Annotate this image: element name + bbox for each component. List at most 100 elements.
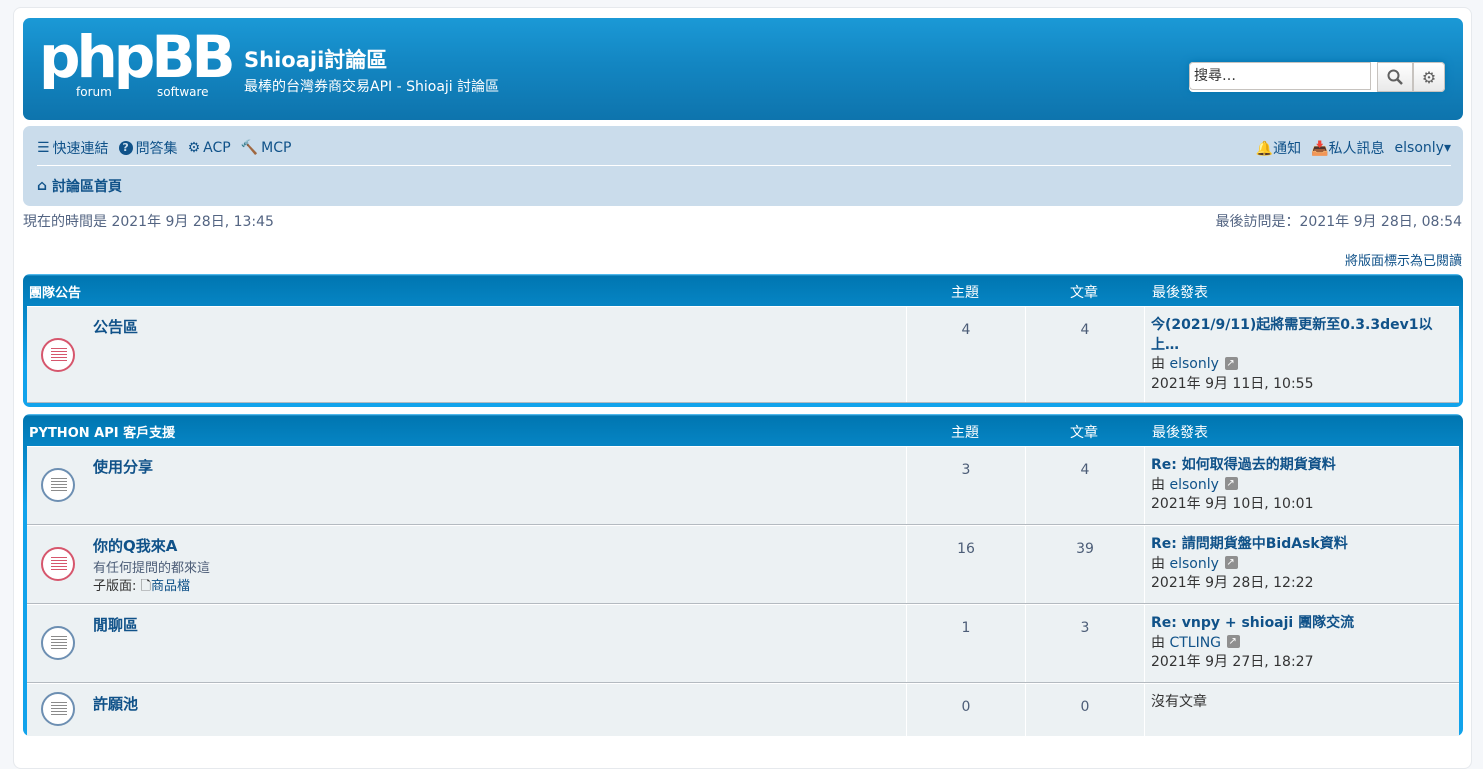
col-last-post: 最後發表	[1152, 285, 1208, 301]
col-topics: 主題	[951, 425, 979, 441]
acp-link[interactable]: ⚙ ACP	[188, 140, 231, 156]
forum-read-icon	[41, 468, 75, 502]
gavel-icon: 🔨	[240, 140, 259, 156]
question-icon: ?	[118, 141, 133, 155]
mark-forums-read-link[interactable]: 將版面標示為已閱讀	[1345, 250, 1462, 269]
forum-description: 有任何提問的都來這	[93, 561, 211, 576]
forum-name[interactable]: 公告區	[93, 316, 138, 337]
topics-count: 16	[906, 526, 1025, 603]
file-icon: 🗋	[140, 579, 151, 594]
by-label: 由	[1151, 476, 1165, 493]
no-posts-label: 沒有文章	[1151, 694, 1207, 710]
acp-label: ACP	[203, 140, 231, 156]
notifications-label: 通知	[1273, 141, 1302, 157]
forum-unread-subforum-icon	[41, 547, 75, 581]
cogs-icon: ⚙	[187, 140, 201, 156]
current-time: 現在的時間是 2021年 9月 28日, 13:45	[23, 214, 274, 230]
last-post: Re: vnpy + shioaji 團隊交流 由 CTLING 2021年 9…	[1144, 605, 1354, 682]
navbar: ☰ 快速連結 ? 問答集 ⚙ ACP 🔨 MCP 🔔通知 📥私人訊息 elsonly▾ …	[23, 126, 1463, 206]
last-post-author[interactable]: elsonly	[1169, 356, 1218, 372]
last-post-time: 2021年 9月 28日, 12:22	[1151, 575, 1314, 591]
last-post-time: 2021年 9月 27日, 18:27	[1151, 654, 1314, 670]
goto-post-icon[interactable]	[1225, 474, 1239, 494]
posts-count: 0	[1025, 684, 1144, 736]
topics-count: 3	[906, 447, 1025, 524]
forum-name[interactable]: 使用分享	[93, 456, 153, 477]
last-post-title[interactable]: Re: 如何取得過去的期貨資料	[1151, 456, 1336, 476]
search-input[interactable]	[1189, 62, 1371, 90]
forum-row: 使用分享 3 4 Re: 如何取得過去的期貨資料 由 elsonly 2021年…	[27, 446, 1459, 525]
topics-count: 1	[906, 605, 1025, 682]
col-topics: 主題	[951, 285, 979, 301]
forum-name[interactable]: 許願池	[93, 693, 138, 714]
search-button[interactable]	[1377, 62, 1413, 92]
faq-label: 問答集	[135, 141, 178, 157]
category-header: 團隊公告 主題 文章 最後發表	[27, 278, 1459, 306]
last-post: Re: 如何取得過去的期貨資料 由 elsonly 2021年 9月 10日, …	[1144, 447, 1336, 524]
last-post-author[interactable]: elsonly	[1169, 556, 1218, 572]
nav-divider	[37, 165, 1451, 166]
pm-label: 私人訊息	[1328, 141, 1385, 157]
forum-row: 公告區 4 4 今(2021/9/11)起將需更新至0.3.3dev1以上… 由…	[27, 306, 1459, 403]
phpbb-logo[interactable]: phpBB forum software	[39, 23, 236, 102]
posts-count: 3	[1025, 605, 1144, 682]
logo-sub-left: forum	[76, 85, 112, 99]
last-post-author[interactable]: elsonly	[1169, 477, 1218, 493]
last-post-title[interactable]: 今(2021/9/11)起將需更新至0.3.3dev1以上…	[1151, 316, 1451, 355]
breadcrumb[interactable]: ⌂ 討論區首頁	[37, 176, 122, 196]
by-label: 由	[1151, 555, 1165, 572]
faq-link[interactable]: ? 問答集	[118, 138, 178, 158]
advanced-search-button[interactable]: ⚙	[1413, 62, 1445, 92]
quick-links-label: 快速連結	[52, 141, 109, 157]
forum-category: PYTHON API 客戶支援 主題 文章 最後發表 使用分享 3 4 Re: …	[23, 414, 1463, 736]
col-posts: 文章	[1070, 425, 1098, 441]
site-description: 最棒的台灣券商交易API - Shioaji 討論區	[244, 79, 500, 95]
site-title[interactable]: Shioaji討論區	[244, 44, 387, 74]
col-posts: 文章	[1070, 285, 1098, 301]
by-label: 由	[1151, 356, 1165, 372]
last-post-author[interactable]: CTLING	[1169, 635, 1221, 651]
subforum-list: 子版面: 🗋商品檔	[93, 575, 190, 599]
last-post-title[interactable]: Re: 請問期貨盤中BidAsk資料	[1151, 535, 1348, 555]
goto-post-icon[interactable]	[1225, 553, 1239, 573]
forum-name[interactable]: 你的Q我來A	[93, 535, 177, 556]
username: elsonly	[1394, 140, 1444, 156]
forum-read-icon	[41, 338, 75, 372]
header-bar: phpBB forum software Shioaji討論區 最棒的台灣券商交…	[23, 18, 1463, 120]
forum-category: 團隊公告 主題 文章 最後發表 公告區 4 4 今(2021/9/11)起將需更…	[23, 274, 1463, 407]
subforum-label: 子版面:	[93, 579, 137, 594]
goto-post-icon[interactable]	[1225, 354, 1239, 373]
forum-read-icon	[41, 626, 75, 660]
mcp-link[interactable]: 🔨 MCP	[241, 140, 292, 156]
user-menu[interactable]: elsonly▾	[1395, 140, 1451, 156]
topics-count: 4	[906, 307, 1025, 402]
bell-icon: 🔔	[1255, 141, 1274, 157]
category-title[interactable]: 團隊公告	[29, 282, 81, 301]
last-post-time: 2021年 9月 10日, 10:01	[1151, 496, 1314, 512]
last-post-title[interactable]: Re: vnpy + shioaji 團隊交流	[1151, 614, 1354, 634]
forum-row: 閒聊區 1 3 Re: vnpy + shioaji 團隊交流 由 CTLING…	[27, 604, 1459, 683]
search-box: ⚙	[1189, 62, 1445, 92]
forum-read-icon	[41, 692, 75, 726]
last-post: 沒有文章	[1144, 684, 1207, 736]
breadcrumb-home: 討論區首頁	[52, 179, 123, 195]
search-icon	[1387, 69, 1403, 85]
last-post-time: 2021年 9月 11日, 10:55	[1151, 375, 1314, 392]
home-icon: ⌂	[37, 178, 48, 194]
private-messages-link[interactable]: 📥私人訊息	[1311, 138, 1384, 158]
quick-links-menu[interactable]: ☰ 快速連結	[37, 138, 109, 158]
category-title[interactable]: PYTHON API 客戶支援	[29, 422, 175, 441]
by-label: 由	[1151, 634, 1165, 651]
menu-icon: ☰	[37, 140, 50, 156]
forum-name[interactable]: 閒聊區	[93, 614, 138, 635]
last-post: Re: 請問期貨盤中BidAsk資料 由 elsonly 2021年 9月 28…	[1144, 526, 1348, 603]
gear-icon: ⚙	[1421, 67, 1437, 87]
goto-post-icon[interactable]	[1227, 632, 1241, 652]
notifications-link[interactable]: 🔔通知	[1256, 138, 1301, 158]
forum-row: 你的Q我來A 有任何提問的都來這 子版面: 🗋商品檔 16 39 Re: 請問期…	[27, 525, 1459, 604]
posts-count: 4	[1025, 307, 1144, 402]
subforum-link[interactable]: 商品檔	[151, 579, 190, 594]
topics-count: 0	[906, 684, 1025, 736]
caret-down-icon: ▾	[1443, 140, 1451, 156]
logo-text: phpBB	[39, 23, 236, 91]
